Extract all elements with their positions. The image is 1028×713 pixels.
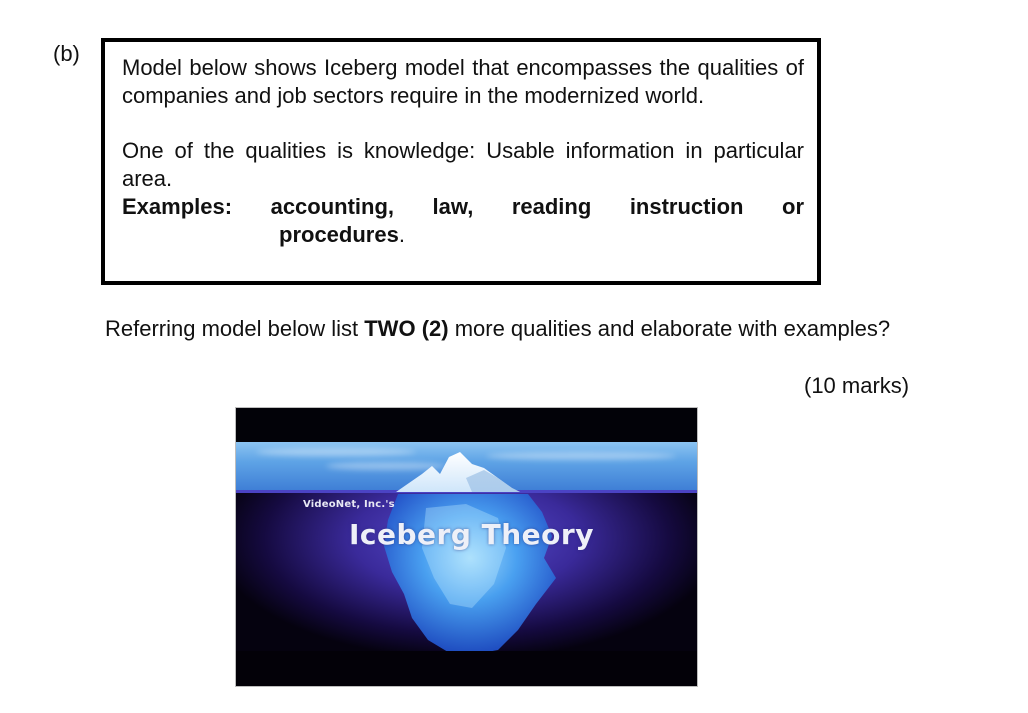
marks-label: (10 marks)	[804, 373, 910, 398]
examples-period: .	[398, 222, 405, 247]
example-item: reading	[511, 194, 592, 219]
info-box-content: Model below shows Iceberg model that enc…	[122, 54, 804, 249]
iceberg-theory-image: VideoNet, Inc.'s Iceberg Theory	[235, 407, 698, 687]
example-item: procedures	[279, 222, 399, 247]
image-title: Iceberg Theory	[349, 518, 594, 551]
knowledge-paragraph: One of the qualities is knowledge: Usabl…	[122, 138, 804, 191]
info-box: Model below shows Iceberg model that enc…	[101, 38, 821, 285]
examples-continuation: procedures.	[122, 221, 804, 249]
prompt-count-number: (2)	[421, 316, 449, 341]
prompt-count-word: TWO	[364, 316, 416, 341]
intro-paragraph: Model below shows Iceberg model that enc…	[122, 55, 804, 108]
prompt-text: Referring model below list	[105, 316, 365, 341]
example-item: law,	[432, 194, 474, 219]
image-letterbox-bottom	[236, 651, 697, 686]
prompt-text-end: more qualities and elaborate with exampl…	[448, 316, 891, 341]
example-item: accounting,	[270, 194, 395, 219]
examples-row: Examples: accounting, law, reading instr…	[122, 193, 804, 221]
examples-label: Examples:	[122, 194, 233, 219]
question-label: (b)	[53, 41, 80, 66]
example-item: instruction	[629, 194, 744, 219]
question-prompt: Referring model below list TWO (2) more …	[105, 315, 941, 342]
example-item: or	[782, 194, 804, 219]
image-subtitle: VideoNet, Inc.'s	[303, 499, 395, 510]
